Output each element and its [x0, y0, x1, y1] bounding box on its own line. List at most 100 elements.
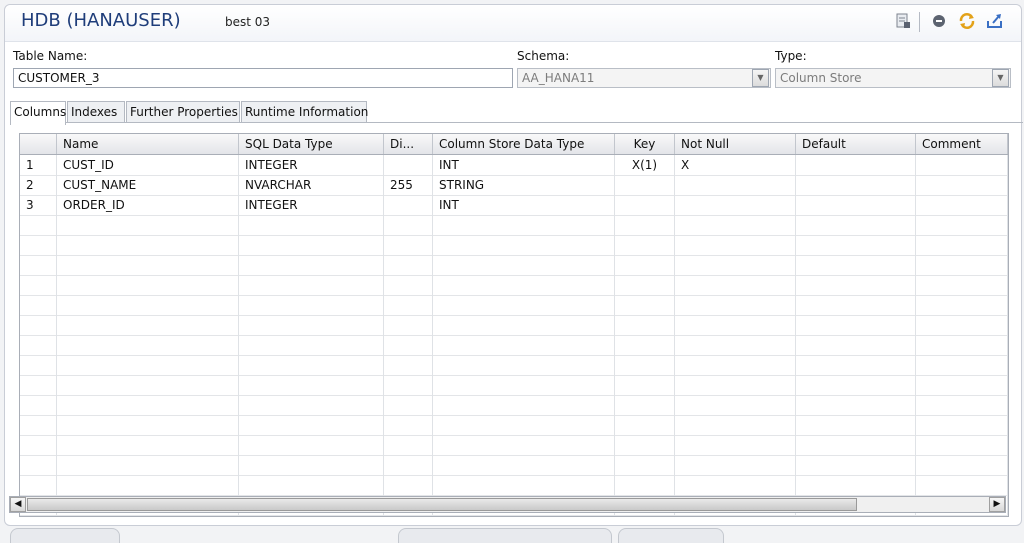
cell-default[interactable] [796, 255, 916, 275]
cell-name[interactable]: CUST_NAME [57, 175, 239, 195]
cell-comment[interactable] [916, 235, 1008, 255]
cell-not-null[interactable] [675, 255, 796, 275]
report-icon[interactable] [893, 11, 913, 31]
cell-sql-data-type[interactable]: INTEGER [239, 195, 384, 215]
cell-dimension[interactable] [384, 375, 433, 395]
table-row[interactable] [20, 235, 1008, 256]
cell-name[interactable] [57, 395, 239, 415]
table-row[interactable] [20, 255, 1008, 276]
cell-not-null[interactable] [675, 215, 796, 235]
table-row[interactable] [20, 355, 1008, 376]
export-icon[interactable] [985, 11, 1005, 31]
cell-not-null[interactable] [675, 235, 796, 255]
cell-comment[interactable] [916, 415, 1008, 435]
cell-comment[interactable] [916, 375, 1008, 395]
cell-dimension[interactable] [384, 475, 433, 495]
cell-column-store-data-type[interactable] [433, 315, 615, 335]
cell-column-store-data-type[interactable] [433, 375, 615, 395]
cell-name[interactable] [57, 375, 239, 395]
refresh-icon[interactable] [957, 11, 977, 31]
cell-comment[interactable] [916, 395, 1008, 415]
cell-default[interactable] [796, 175, 916, 195]
cell-name[interactable] [57, 335, 239, 355]
cell-name[interactable] [57, 455, 239, 475]
cell-column-store-data-type[interactable]: INT [433, 155, 615, 175]
column-header-sql-data-type[interactable]: SQL Data Type [239, 134, 384, 154]
cell-default[interactable] [796, 475, 916, 495]
cell-name[interactable] [57, 295, 239, 315]
cell-column-store-data-type[interactable] [433, 275, 615, 295]
cell-sql-data-type[interactable] [239, 275, 384, 295]
cell-column-store-data-type[interactable]: STRING [433, 175, 615, 195]
cell-dimension[interactable] [384, 395, 433, 415]
cell-key[interactable] [615, 175, 675, 195]
tab-columns[interactable]: Columns [10, 101, 66, 125]
cell-key[interactable] [615, 235, 675, 255]
cell-default[interactable] [796, 315, 916, 335]
cell-not-null[interactable] [675, 415, 796, 435]
cell-not-null[interactable] [675, 455, 796, 475]
cell-key[interactable] [615, 435, 675, 455]
cell-comment[interactable] [916, 195, 1008, 215]
cell-name[interactable] [57, 255, 239, 275]
cell-comment[interactable] [916, 315, 1008, 335]
cell-key[interactable] [615, 275, 675, 295]
cell-default[interactable] [796, 155, 916, 175]
column-header-dimension[interactable]: Di... [384, 134, 433, 154]
table-row[interactable] [20, 435, 1008, 456]
cell-sql-data-type[interactable]: NVARCHAR [239, 175, 384, 195]
cell-default[interactable] [796, 275, 916, 295]
cell-comment[interactable] [916, 255, 1008, 275]
cell-column-store-data-type[interactable] [433, 475, 615, 495]
cell-not-null[interactable] [675, 295, 796, 315]
bottom-tab-right[interactable] [618, 528, 724, 543]
cell-name[interactable] [57, 275, 239, 295]
cell-comment[interactable] [916, 155, 1008, 175]
cell-comment[interactable] [916, 175, 1008, 195]
cell-key[interactable] [615, 395, 675, 415]
cell-dimension[interactable] [384, 275, 433, 295]
cell-sql-data-type[interactable] [239, 435, 384, 455]
cell-default[interactable] [796, 295, 916, 315]
cell-default[interactable] [796, 355, 916, 375]
cell-comment[interactable] [916, 275, 1008, 295]
cell-not-null[interactable] [675, 435, 796, 455]
scrollbar-thumb[interactable] [27, 498, 857, 511]
cell-name[interactable] [57, 415, 239, 435]
cell-default[interactable] [796, 195, 916, 215]
cell-column-store-data-type[interactable] [433, 415, 615, 435]
cell-sql-data-type[interactable] [239, 455, 384, 475]
scroll-left-icon[interactable]: ◀ [10, 497, 26, 512]
cell-default[interactable] [796, 435, 916, 455]
cell-column-store-data-type[interactable] [433, 395, 615, 415]
cell-sql-data-type[interactable] [239, 355, 384, 375]
cell-name[interactable] [57, 435, 239, 455]
cell-key[interactable] [615, 355, 675, 375]
cell-key[interactable] [615, 415, 675, 435]
cell-sql-data-type[interactable] [239, 375, 384, 395]
cell-default[interactable] [796, 395, 916, 415]
cell-column-store-data-type[interactable] [433, 455, 615, 475]
cell-column-store-data-type[interactable] [433, 335, 615, 355]
cell-key[interactable] [615, 475, 675, 495]
cell-comment[interactable] [916, 475, 1008, 495]
cell-not-null[interactable] [675, 375, 796, 395]
cell-dimension[interactable] [384, 295, 433, 315]
cell-name[interactable] [57, 235, 239, 255]
bottom-tab-left[interactable] [10, 528, 120, 543]
cell-key[interactable] [615, 375, 675, 395]
schema-dropdown-icon[interactable]: ▼ [752, 69, 769, 87]
cell-column-store-data-type[interactable]: INT [433, 195, 615, 215]
cell-column-store-data-type[interactable] [433, 435, 615, 455]
cell-not-null[interactable] [675, 395, 796, 415]
column-header-column-store-data-type[interactable]: Column Store Data Type [433, 134, 615, 154]
bottom-tab-middle[interactable] [398, 528, 612, 543]
cell-column-store-data-type[interactable] [433, 235, 615, 255]
cell-column-store-data-type[interactable] [433, 215, 615, 235]
tab-runtime-information[interactable]: Runtime Information [241, 101, 368, 123]
tab-further-properties[interactable]: Further Properties [126, 101, 240, 123]
table-row[interactable] [20, 395, 1008, 416]
cell-sql-data-type[interactable] [239, 335, 384, 355]
cell-not-null[interactable] [675, 175, 796, 195]
column-header-rownum[interactable] [20, 134, 57, 154]
